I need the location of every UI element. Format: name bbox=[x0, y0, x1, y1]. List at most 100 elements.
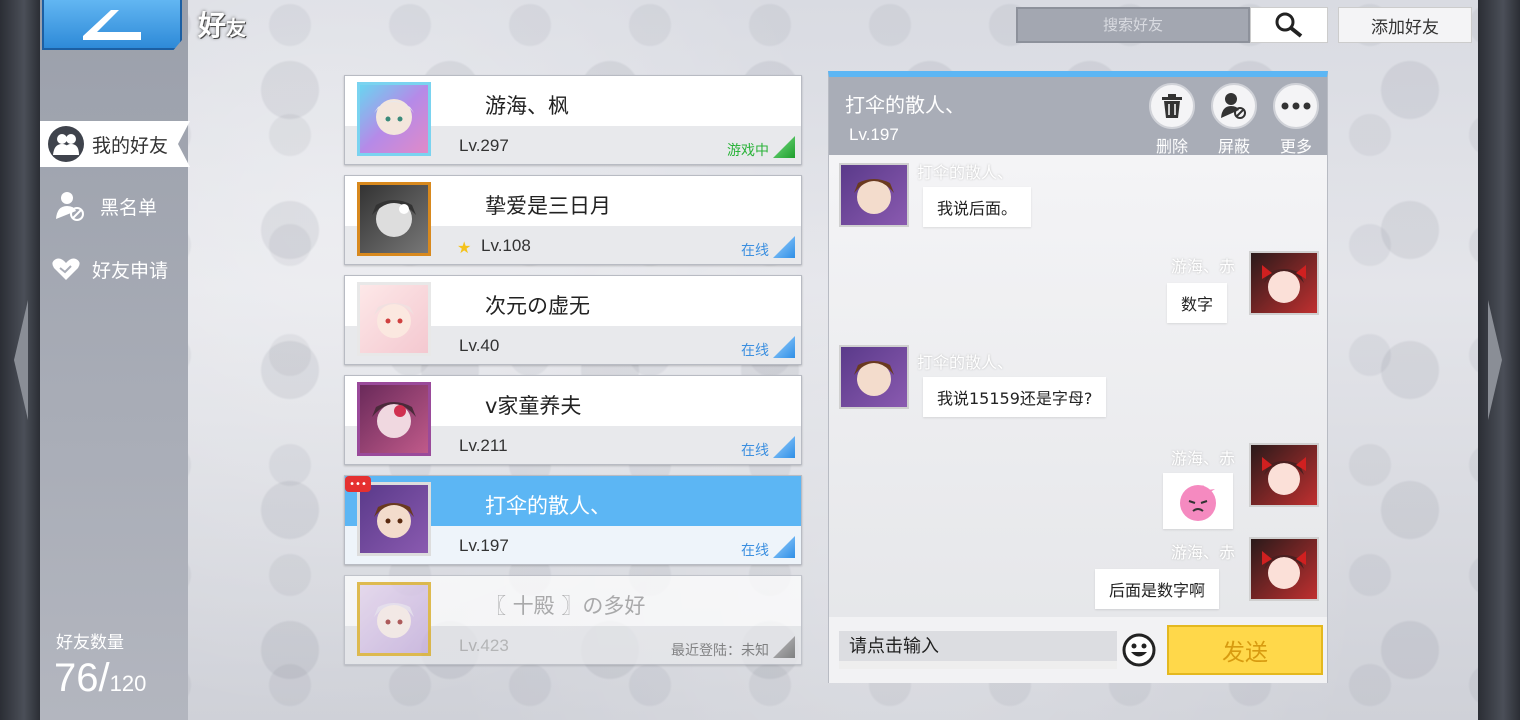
search-icon bbox=[1275, 12, 1303, 38]
friend-name: 打伞的散人、 bbox=[485, 494, 611, 518]
blacklist-icon bbox=[52, 188, 88, 224]
main-stage: 好友 我的好友 黑名单 好友申请 好友数量 76/120 添加好友 游海、枫 bbox=[40, 0, 1478, 720]
message-avatar[interactable] bbox=[1249, 537, 1319, 601]
page-title-sub: 友 bbox=[226, 16, 247, 40]
character-avatar-icon bbox=[374, 503, 414, 538]
friend-level: Lv.423 bbox=[459, 636, 509, 655]
left-notch bbox=[14, 300, 28, 420]
message-bubble: 数字 bbox=[1167, 283, 1228, 323]
friend-count: 76/120 bbox=[54, 656, 146, 701]
delete-button-circle bbox=[1149, 83, 1195, 129]
chat-footer: 发送 bbox=[829, 617, 1327, 683]
character-avatar-icon bbox=[372, 402, 416, 438]
friend-card-selected[interactable]: ••• 打伞的散人、 Lv.197 在线 bbox=[344, 475, 802, 565]
friend-status: 在线 bbox=[741, 343, 769, 359]
send-button[interactable]: 发送 bbox=[1167, 625, 1323, 675]
sidebar bbox=[40, 0, 188, 720]
page-title: 好友 bbox=[198, 4, 246, 44]
sidebar-item-blacklist[interactable]: 黑名单 bbox=[40, 183, 188, 229]
friend-card[interactable]: 游海、枫 Lv.297 游戏中 bbox=[344, 75, 802, 165]
friend-card[interactable]: 次元の虚无 Lv.40 在线 bbox=[344, 275, 802, 365]
friend-count-label: 好友数量 bbox=[56, 633, 124, 653]
more-button[interactable]: 更多 bbox=[1271, 83, 1321, 157]
block-button[interactable]: 屏蔽 bbox=[1209, 83, 1259, 157]
character-avatar-icon bbox=[374, 603, 414, 638]
block-user-icon bbox=[1221, 93, 1246, 119]
chat-input[interactable] bbox=[839, 631, 1117, 669]
friend-name: 〖 十殿 〗の多好 bbox=[485, 594, 646, 618]
avatar[interactable] bbox=[357, 182, 431, 256]
message-avatar[interactable] bbox=[1249, 251, 1319, 315]
sidebar-item-label: 好友申请 bbox=[92, 259, 169, 282]
character-avatar-icon bbox=[1262, 265, 1306, 303]
friend-name: 挚爱是三日月 bbox=[485, 194, 611, 218]
friend-status: 在线 bbox=[741, 543, 769, 559]
character-avatar-icon bbox=[372, 200, 416, 237]
message-avatar[interactable] bbox=[839, 163, 909, 227]
page-title-main: 好 bbox=[198, 9, 227, 42]
message-avatar[interactable] bbox=[839, 345, 909, 409]
message-sender: 游海、赤 bbox=[1171, 543, 1236, 562]
message-bubble: 我说15159还是字母? bbox=[923, 377, 1107, 417]
avatar[interactable] bbox=[357, 582, 431, 656]
friends-icon bbox=[48, 126, 84, 162]
avatar[interactable] bbox=[357, 82, 431, 156]
friend-status: 最近登陆：未知 bbox=[671, 643, 769, 659]
avatar[interactable] bbox=[357, 482, 431, 556]
friend-level: Lv.40 bbox=[459, 336, 500, 355]
friend-level: Lv.297 bbox=[459, 136, 509, 155]
block-label: 屏蔽 bbox=[1217, 137, 1250, 156]
avatar[interactable] bbox=[357, 382, 431, 456]
chat-messages[interactable]: 打伞的散人、 我说后面。 游海、赤 数字 打伞的散人、 我说15159还是字母?… bbox=[829, 155, 1327, 617]
block-button-circle bbox=[1211, 83, 1257, 129]
message-bubble: 我说后面。 bbox=[923, 187, 1032, 227]
friend-status: 在线 bbox=[741, 243, 769, 259]
message-sender: 游海、赤 bbox=[1171, 449, 1236, 468]
chat-partner-level: Lv.197 bbox=[849, 125, 899, 144]
friend-level: Lv.211 bbox=[459, 436, 508, 455]
friend-card[interactable]: v家童养夫 Lv.211 在线 bbox=[344, 375, 802, 465]
search-box bbox=[1016, 7, 1250, 43]
chat-header: 打伞的散人、 Lv.197 删除 屏蔽 更多 bbox=[829, 77, 1327, 157]
character-avatar-icon bbox=[854, 179, 894, 214]
friend-card[interactable]: 挚爱是三日月 ★ Lv.108 在线 bbox=[344, 175, 802, 265]
friend-name: 游海、枫 bbox=[485, 94, 569, 118]
search-button[interactable] bbox=[1250, 7, 1328, 43]
friend-count-max: 120 bbox=[109, 671, 147, 696]
trash-icon bbox=[1162, 94, 1182, 118]
friend-status: 游戏中 bbox=[727, 143, 769, 159]
message-bubble: 后面是数字啊 bbox=[1095, 569, 1220, 609]
friend-card[interactable]: 〖 十殿 〗の多好 Lv.423 最近登陆：未知 bbox=[344, 575, 802, 665]
friend-count-current: 76/ bbox=[54, 656, 110, 700]
friend-status: 在线 bbox=[741, 443, 769, 459]
sidebar-item-label: 黑名单 bbox=[100, 196, 158, 219]
search-input[interactable] bbox=[1018, 9, 1248, 41]
friend-name: v家童养夫 bbox=[485, 394, 582, 418]
handshake-icon bbox=[48, 251, 84, 287]
message-avatar[interactable] bbox=[1249, 443, 1319, 507]
character-avatar-icon bbox=[1262, 457, 1306, 495]
character-avatar-icon bbox=[1262, 551, 1306, 589]
chat-panel: 打伞的散人、 Lv.197 删除 屏蔽 更多 打伞的散人、 我说后面。 游海、赤… bbox=[828, 71, 1328, 683]
friend-level: Lv.197 bbox=[459, 536, 509, 555]
emoji-button[interactable] bbox=[1121, 632, 1157, 668]
character-avatar-icon bbox=[374, 99, 414, 135]
back-button[interactable] bbox=[42, 0, 182, 50]
message-sender: 游海、赤 bbox=[1171, 257, 1236, 276]
character-avatar-icon bbox=[374, 303, 414, 338]
message-sender: 打伞的散人、 bbox=[917, 353, 1014, 372]
avatar[interactable] bbox=[357, 282, 431, 356]
more-icon bbox=[1281, 102, 1311, 110]
crying-sticker-icon bbox=[1180, 485, 1216, 521]
left-frame bbox=[0, 0, 40, 720]
sidebar-item-label: 我的好友 bbox=[92, 134, 169, 157]
back-arrow-icon bbox=[83, 10, 141, 40]
right-notch bbox=[1488, 300, 1502, 420]
delete-label: 删除 bbox=[1155, 137, 1188, 156]
add-friend-button[interactable]: 添加好友 bbox=[1338, 7, 1472, 43]
sidebar-item-my-friends[interactable]: 我的好友 bbox=[40, 121, 190, 167]
chat-partner-name: 打伞的散人、 bbox=[845, 93, 965, 117]
delete-button[interactable]: 删除 bbox=[1147, 83, 1197, 157]
sidebar-item-friend-requests[interactable]: 好友申请 bbox=[40, 246, 188, 292]
smiley-icon bbox=[1122, 633, 1156, 667]
